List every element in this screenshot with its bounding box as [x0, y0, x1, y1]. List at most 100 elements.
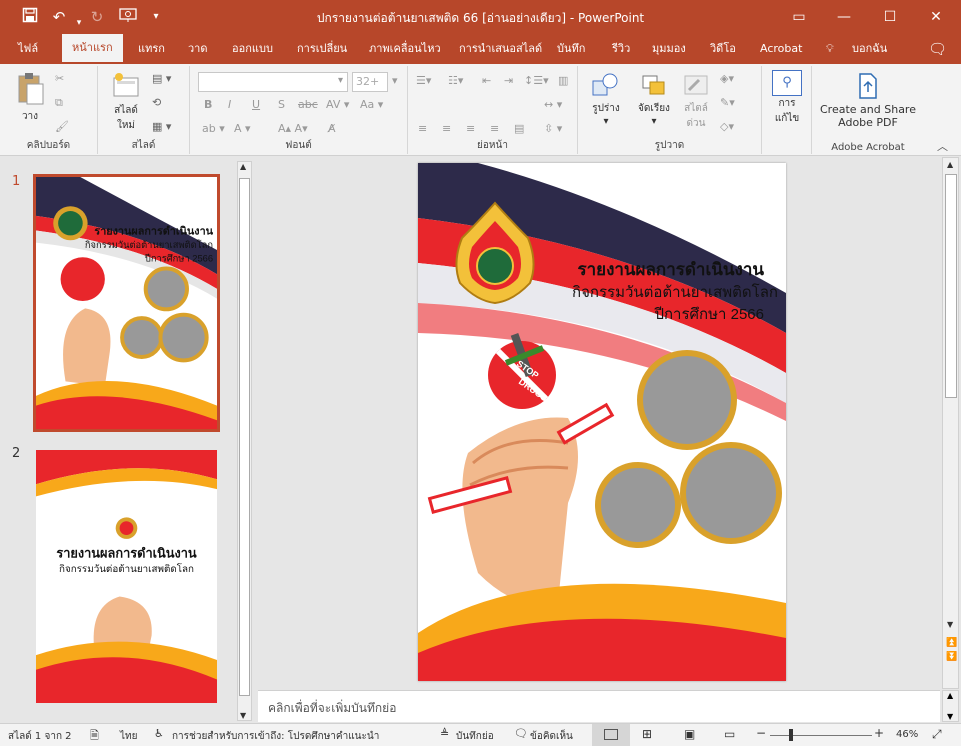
numbering-icon[interactable]: ☷▾: [448, 74, 463, 87]
align-left-icon[interactable]: ≡: [418, 122, 427, 135]
accessibility-icon[interactable]: ♿︎: [154, 727, 164, 740]
align-text-icon[interactable]: ⇳ ▾: [544, 122, 562, 135]
copy-icon[interactable]: ⧉: [55, 96, 63, 110]
slide-thumbnail-2[interactable]: รายงานผลการดำเนินงาน กิจกรรมวันต่อต้านยา…: [36, 450, 217, 703]
notes-scroll-down-icon[interactable]: ▼: [947, 712, 953, 721]
slide-sorter-icon[interactable]: ⊞: [642, 727, 652, 741]
line-spacing-icon[interactable]: ↕☰▾: [524, 74, 549, 87]
align-center-icon[interactable]: ≡: [442, 122, 451, 135]
editing-button[interactable]: ⚲ การ แก้ไข: [768, 70, 806, 126]
tab-transitions[interactable]: การเปลี่ยน: [297, 34, 347, 64]
scroll-up-icon[interactable]: ▲: [947, 160, 953, 169]
tab-view[interactable]: มุมมอง: [652, 34, 686, 64]
font-color-icon[interactable]: A ▾: [234, 122, 251, 135]
tab-animations[interactable]: ภาพเคลื่อนไหว: [369, 34, 441, 64]
maximize-button[interactable]: ☐: [867, 0, 913, 34]
scroll-up-icon[interactable]: ▲: [240, 162, 246, 171]
character-spacing-icon[interactable]: AV ▾: [326, 98, 349, 111]
slide-vertical-scrollbar[interactable]: ▲ ▼ ⏫ ⏬: [942, 157, 959, 689]
create-pdf-button[interactable]: Create and Share Adobe PDF: [816, 72, 920, 129]
increase-font-icon[interactable]: A▴ A▾: [278, 122, 308, 135]
comments-icon[interactable]: 🗨︎: [928, 34, 947, 64]
slide-canvas[interactable]: STOP DRUGS รายงานผลการดำเนินงาน กิจกรรมว…: [418, 163, 786, 681]
slideshow-icon[interactable]: ▭: [724, 727, 735, 741]
tab-draw[interactable]: วาด: [188, 34, 208, 64]
scroll-down-icon[interactable]: ▼: [947, 620, 953, 629]
shadow-icon[interactable]: S: [278, 98, 285, 111]
tab-insert[interactable]: แทรก: [138, 34, 165, 64]
columns-icon[interactable]: ▥: [558, 74, 568, 87]
notes-scrollbar[interactable]: ▲ ▼: [942, 690, 959, 722]
notes-scroll-up-icon[interactable]: ▲: [947, 691, 953, 700]
text-direction-icon[interactable]: ↔ ▾: [544, 98, 562, 111]
notes-icon[interactable]: ≜: [440, 727, 449, 740]
notes-pane[interactable]: คลิกเพื่อที่จะเพิ่มบันทึกย่อ: [258, 690, 940, 722]
tab-home[interactable]: หน้าแรก: [62, 34, 123, 64]
zoom-out-icon[interactable]: −: [756, 726, 766, 740]
slide-thumbnail-1[interactable]: รายงานผลการดำเนินงาน กิจกรรมวันต่อต้านยา…: [33, 174, 220, 432]
slide-scroll-thumb[interactable]: [945, 174, 957, 398]
thumbnail-scroll-thumb[interactable]: [239, 178, 250, 696]
zoom-slider-thumb[interactable]: [789, 729, 793, 741]
slide-title-line-3[interactable]: ปีการศึกษา 2566: [654, 306, 764, 323]
distributed-icon[interactable]: ▤: [514, 122, 524, 135]
tab-tell-me[interactable]: บอกฉัน: [852, 34, 887, 64]
font-name-input[interactable]: ▾: [198, 72, 348, 92]
change-case-icon[interactable]: Aa ▾: [360, 98, 383, 111]
reading-view-icon[interactable]: ▣: [684, 727, 695, 741]
arrange-button[interactable]: จัดเรียง ▾: [632, 72, 676, 127]
tab-file[interactable]: ไฟล์: [18, 34, 38, 64]
zoom-in-icon[interactable]: +: [874, 726, 884, 740]
lightbulb-icon[interactable]: 💡︎: [826, 34, 834, 64]
underline-icon[interactable]: U: [252, 98, 260, 111]
language-indicator[interactable]: ไทย: [120, 729, 137, 744]
bold-icon[interactable]: B: [204, 98, 212, 111]
font-size-dropdown-icon[interactable]: ▾: [392, 74, 398, 87]
next-slide-icon[interactable]: ⏬: [946, 652, 957, 662]
layout-icon[interactable]: ▤ ▾: [152, 72, 171, 85]
comments-button[interactable]: ข้อคิดเห็น: [530, 729, 573, 744]
shape-effects-icon[interactable]: ◇▾: [720, 120, 734, 133]
reset-icon[interactable]: ⟲: [152, 96, 161, 109]
fit-to-window-icon[interactable]: ⤢: [932, 727, 942, 742]
format-painter-icon[interactable]: 🖌︎: [55, 120, 69, 133]
shapes-button[interactable]: รูปร่าง ▾: [586, 72, 626, 127]
close-button[interactable]: ✕: [913, 0, 959, 34]
comments-status-icon[interactable]: 🗨︎: [514, 727, 528, 740]
new-slide-button[interactable]: สไลด์ ใหม่: [106, 72, 146, 133]
slide-title-line-2[interactable]: กิจกรรมวันต่อต้านยาเสพติดโลก: [572, 283, 778, 301]
bullets-icon[interactable]: ☰▾: [416, 74, 431, 87]
shape-outline-icon[interactable]: ✎▾: [720, 96, 735, 109]
decrease-indent-icon[interactable]: ⇤: [482, 74, 491, 87]
minimize-button[interactable]: —: [821, 0, 867, 34]
paste-button[interactable]: วาง: [12, 72, 48, 124]
align-right-icon[interactable]: ≡: [466, 122, 475, 135]
font-size-input[interactable]: 32+: [352, 72, 388, 92]
strikethrough-icon[interactable]: abc: [298, 98, 318, 111]
tab-design[interactable]: ออกแบบ: [232, 34, 273, 64]
slide-title-line-1[interactable]: รายงานผลการดำเนินงาน: [577, 260, 764, 279]
notes-button[interactable]: บันทึกย่อ: [456, 729, 494, 744]
cut-icon[interactable]: ✂: [55, 72, 64, 85]
scroll-down-icon[interactable]: ▼: [240, 711, 246, 720]
increase-indent-icon[interactable]: ⇥: [504, 74, 513, 87]
shape-fill-icon[interactable]: ◈▾: [720, 72, 734, 85]
accessibility-status[interactable]: การช่วยสำหรับการเข้าถึง: โปรดศึกษาคำแนะน…: [172, 729, 379, 744]
highlight-icon[interactable]: ab ▾: [202, 122, 225, 135]
previous-slide-icon[interactable]: ⏫: [946, 638, 957, 648]
clear-formatting-icon[interactable]: A̸: [328, 122, 336, 135]
zoom-level[interactable]: 46%: [896, 729, 918, 740]
spellcheck-icon[interactable]: 🗎︎: [90, 727, 99, 746]
notes-placeholder[interactable]: คลิกเพื่อที่จะเพิ่มบันทึกย่อ: [268, 699, 396, 718]
tab-slideshow[interactable]: การนำเสนอสไลด์: [459, 34, 542, 64]
tab-review[interactable]: รีวิว: [612, 34, 630, 64]
tab-record[interactable]: บันทึก: [557, 34, 585, 64]
ribbon-display-options-icon[interactable]: ▭: [776, 0, 822, 34]
italic-icon[interactable]: I: [228, 98, 231, 111]
zoom-slider-track[interactable]: [770, 735, 872, 736]
section-icon[interactable]: ▦ ▾: [152, 120, 171, 133]
normal-view-button[interactable]: [592, 724, 630, 746]
collapse-ribbon-icon[interactable]: ︿: [937, 138, 948, 154]
tab-video[interactable]: วิดีโอ: [710, 34, 736, 64]
thumbnail-scrollbar[interactable]: ▲ ▼: [237, 161, 252, 721]
